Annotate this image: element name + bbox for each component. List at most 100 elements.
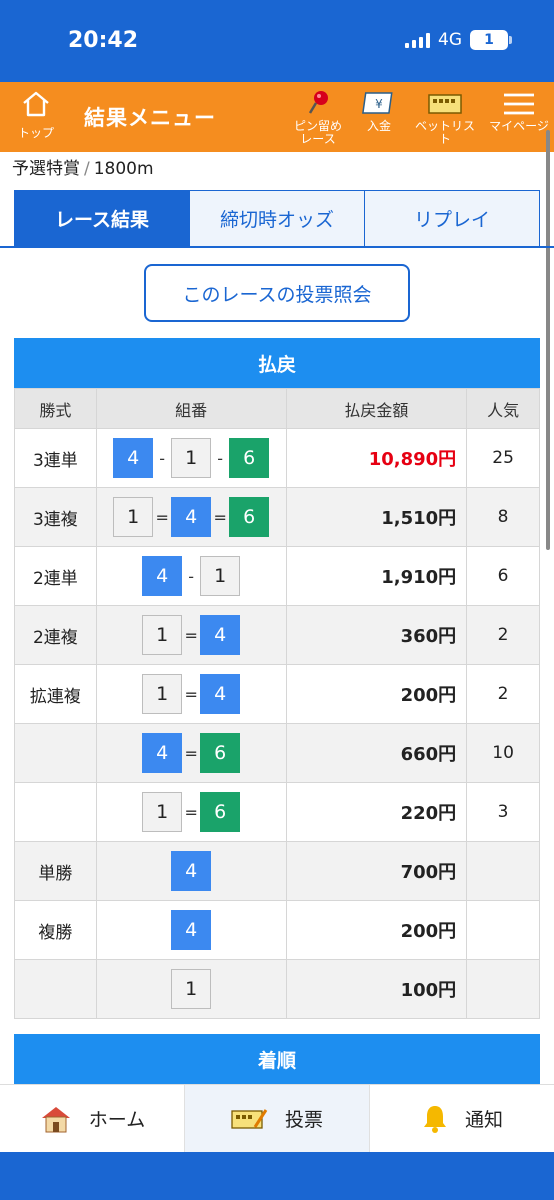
vote-inquiry-button[interactable]: このレースの投票照会 [144,264,410,322]
popularity [466,841,540,901]
payout-amount: 200円 [285,900,468,960]
boat-number: 1 [171,969,212,1009]
payout-amount: 1,910円 [285,546,468,606]
payout-row: 1 100円 [14,959,540,1019]
combo-operator: - [159,448,166,468]
bet-type: 拡連複 [14,664,97,724]
tab-closing-odds[interactable]: 締切時オッズ [190,190,365,247]
payout-row: 2連複 1 = 4 360円 2 [14,605,540,665]
boat-number: 1 [171,438,212,478]
payout-table: 勝式 組番 払戻金額 人気 3連単 4-1-6 10,890円 25 3連複 1 = 4 = 6 1… [14,388,540,1019]
finish-order-title: 着順 [14,1034,540,1084]
nav-vote[interactable]: 投票 [184,1085,369,1152]
combination: 1 = 4 [95,664,287,724]
signal-icon [405,32,430,48]
popularity: 2 [466,664,540,724]
nav-home-label: ホーム [88,1109,146,1131]
payout-amount: 360円 [285,605,468,665]
bet-type: 複勝 [14,900,97,960]
payout-amount: 660円 [285,723,468,783]
pin-race-button[interactable]: ピン留め レース [288,88,348,146]
header-combo: 組番 [95,388,287,429]
ticket-icon [428,94,462,114]
popularity: 10 [466,723,540,783]
payout-amount: 200円 [285,664,468,724]
nav-vote-label: 投票 [284,1109,323,1131]
payout-amount: 100円 [285,959,468,1019]
popularity [466,900,540,960]
combo-operator: = [155,507,169,527]
boat-number: 4 [171,497,212,537]
boat-number: 1 [142,792,183,832]
payout-row: 複勝 4 200円 [14,900,540,960]
payout-row: 単勝 4 700円 [14,841,540,901]
combo-operator: = [184,684,198,704]
combination: 1 = 4 [95,605,287,665]
combo-operator: - [188,566,195,586]
bet-type: 2連複 [14,605,97,665]
popularity: 2 [466,605,540,665]
bet-type [14,959,97,1019]
home-icon [23,91,49,117]
boat-number: 6 [229,497,270,537]
status-time: 20:42 [68,28,139,53]
boat-number: 4 [200,615,241,655]
bet-type: 3連複 [14,487,97,547]
popularity: 6 [466,546,540,606]
boat-number: 6 [200,733,241,773]
boat-number: 1 [142,615,183,655]
tab-replay[interactable]: リプレイ [365,190,540,247]
boat-number: 6 [229,438,270,478]
tab-race-result[interactable]: レース結果 [14,190,190,247]
combo-operator: = [213,507,227,527]
yen-card-icon: ¥ [362,92,393,114]
ticket-pen-icon [231,1108,268,1129]
app-header: トップ 結果メニュー ピン留め レース ¥ 入金 ベットリスト マイページ [0,82,554,152]
combo-operator: = [184,625,198,645]
combination: 4 = 6 [95,723,287,783]
bet-type: 3連単 [14,428,97,488]
my-page-button[interactable]: マイページ [488,88,550,133]
bet-type: 単勝 [14,841,97,901]
boat-number: 4 [171,910,212,950]
svg-text:¥: ¥ [375,97,383,111]
payout-row: 1 = 6 220円 3 [14,782,540,842]
header-amount: 払戻金額 [285,388,468,429]
boat-number: 4 [171,851,212,891]
bell-icon [423,1105,446,1133]
combination: 4 [95,900,287,960]
hamburger-menu-icon [504,93,534,115]
bottom-nav: ホーム 投票 通知 [0,1084,554,1152]
combination: 4 [95,841,287,901]
payout-amount: 10,890円 [285,428,468,488]
payout-row: 4 = 6 660円 10 [14,723,540,783]
nav-notify-label: 通知 [464,1109,503,1131]
combo-operator: = [184,743,198,763]
combination: 1 = 4 = 6 [95,487,287,547]
popularity: 3 [466,782,540,842]
combination: 4-1 [95,546,287,606]
combo-operator: - [217,448,224,468]
top-button-label: トップ [17,126,54,140]
bet-list-button[interactable]: ベットリスト [412,88,478,146]
scrollbar[interactable] [546,130,550,550]
deposit-button[interactable]: ¥ 入金 [356,88,402,133]
network-label: 4G [438,30,462,50]
race-name: 予選特賞 [12,159,80,179]
system-home-bar [0,1152,554,1200]
page-title: 結果メニュー [84,106,216,130]
nav-home[interactable]: ホーム [0,1085,184,1152]
boat-number: 4 [142,733,183,773]
payout-amount: 220円 [285,782,468,842]
boat-number: 4 [142,556,183,596]
top-button[interactable]: トップ [10,90,62,141]
header-type: 勝式 [14,388,97,429]
nav-notify[interactable]: 通知 [369,1085,554,1152]
combination: 4-1-6 [95,428,287,488]
payout-row: 3連単 4-1-6 10,890円 25 [14,428,540,488]
payout-row: 2連単 4-1 1,910円 6 [14,546,540,606]
pushpin-icon [308,91,328,114]
boat-number: 1 [113,497,154,537]
boat-number: 6 [200,792,241,832]
battery-icon: 1 [470,30,512,50]
